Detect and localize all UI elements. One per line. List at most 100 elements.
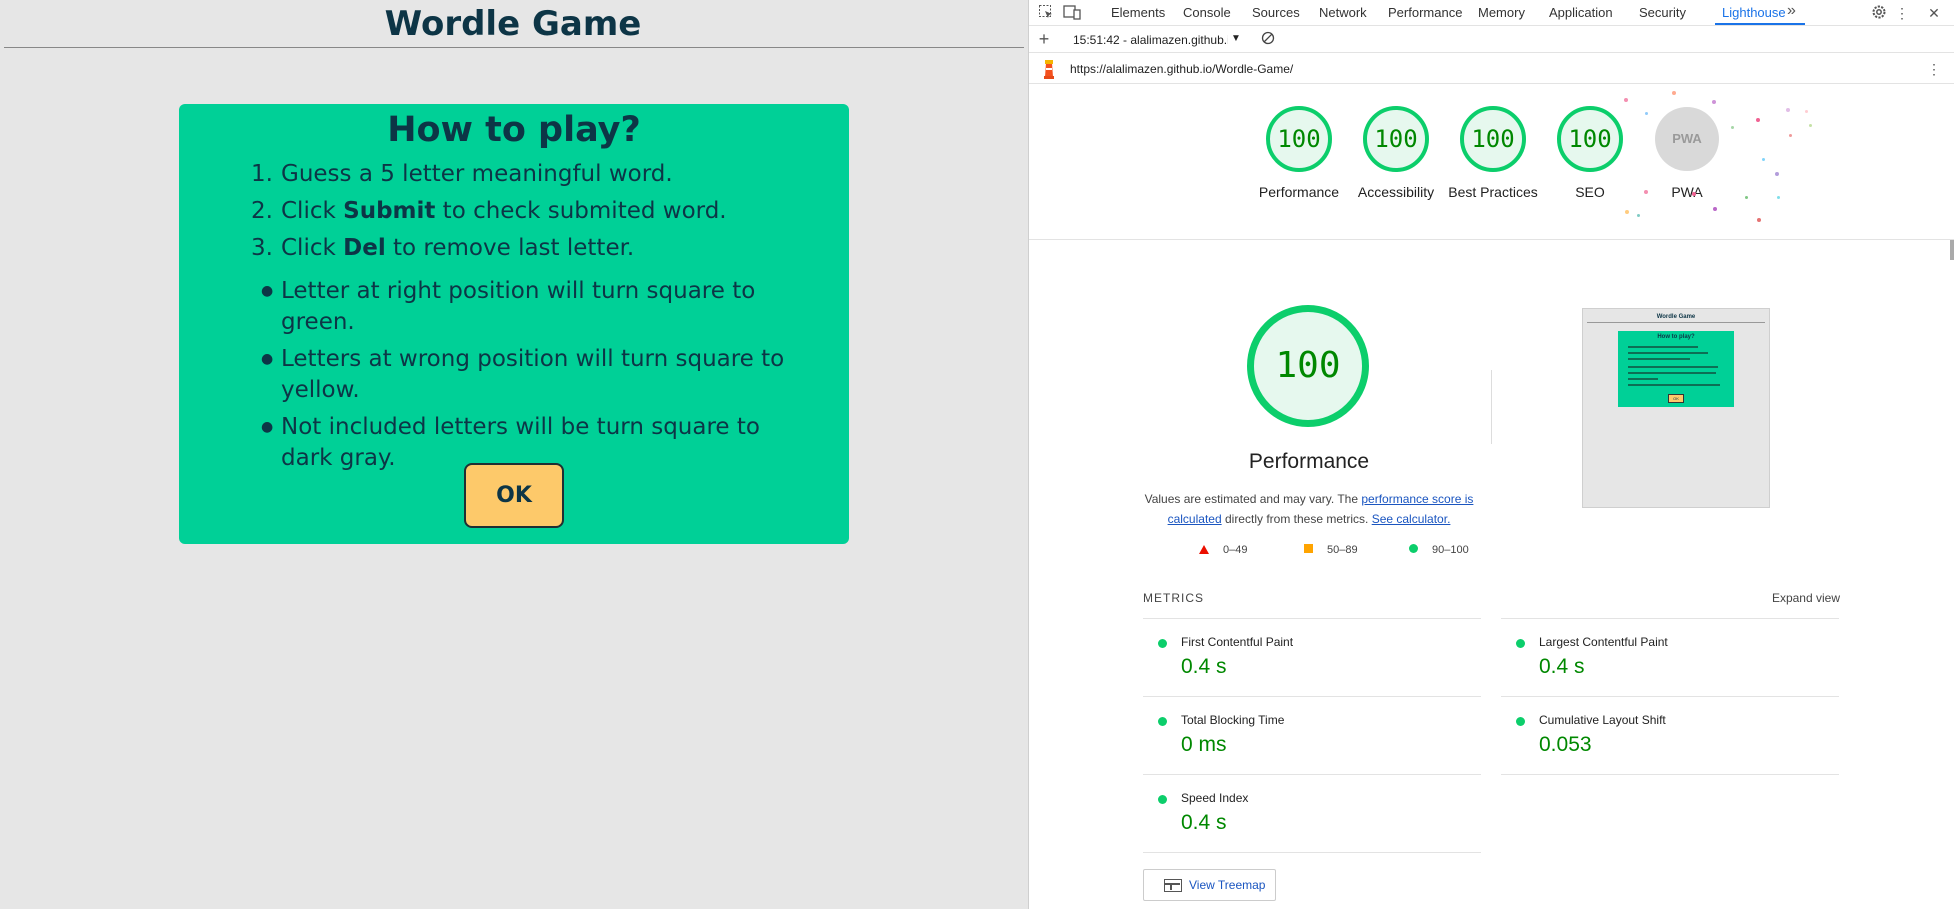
kebab-menu-icon[interactable]: ⋮: [1893, 4, 1911, 22]
tab-performance[interactable]: Performance: [1388, 5, 1462, 20]
metrics-divider: [1143, 852, 1481, 853]
bullet-icon: ●: [261, 283, 274, 299]
tab-application[interactable]: Application: [1549, 5, 1613, 20]
expand-view-toggle[interactable]: Expand view: [1772, 591, 1840, 605]
tab-lighthouse[interactable]: Lighthouse: [1722, 5, 1786, 20]
section-divider: [1029, 239, 1954, 240]
how-to-play-modal: How to play? 1. Guess a 5 letter meaning…: [179, 104, 849, 544]
tab-elements[interactable]: Elements: [1111, 5, 1165, 20]
metric-name: Total Blocking Time: [1181, 713, 1285, 727]
metric-first-contentful-paint[interactable]: First Contentful Paint 0.4 s: [1143, 618, 1481, 696]
clear-icon[interactable]: [1259, 31, 1277, 49]
report-menu-icon[interactable]: ⋮: [1925, 60, 1943, 78]
metrics-divider: [1501, 774, 1839, 775]
accessibility-score-label: Accessibility: [1357, 184, 1435, 200]
lighthouse-toolbar: + 15:51:42 - alalimazen.github.io ▼: [1029, 27, 1954, 53]
legend-average: 50–89: [1304, 544, 1358, 556]
inspect-element-icon[interactable]: [1037, 4, 1055, 22]
plus-icon[interactable]: +: [1035, 30, 1053, 48]
step-number: 3.: [251, 235, 273, 261]
ok-button[interactable]: OK: [464, 463, 564, 528]
thumbnail-title: Wordle Game: [1656, 314, 1696, 320]
modal-title: How to play?: [387, 110, 641, 150]
tip-text: Letter at right position will turn squar…: [281, 278, 756, 335]
seo-score-label: SEO: [1575, 184, 1605, 200]
devtools-panel: Elements Console Sources Network Perform…: [1028, 0, 1954, 909]
legend-fail: 0–49: [1199, 544, 1247, 556]
best-practices-score-gauge[interactable]: 100: [1460, 106, 1526, 172]
view-treemap-button[interactable]: View Treemap: [1143, 869, 1276, 901]
step-number: 2.: [251, 198, 273, 224]
tab-memory[interactable]: Memory: [1478, 5, 1525, 20]
score-value: 100: [1275, 345, 1341, 386]
thumbnail-text-line: [1628, 352, 1708, 354]
pass-icon: [1516, 717, 1525, 726]
pass-icon: [1158, 795, 1167, 804]
final-screenshot-thumbnail[interactable]: Wordle Game How to play? OK: [1582, 308, 1770, 508]
report-url[interactable]: https://alalimazen.github.io/Wordle-Game…: [1070, 62, 1293, 76]
metric-cumulative-layout-shift[interactable]: Cumulative Layout Shift 0.053: [1501, 696, 1839, 774]
score-value: 100: [1471, 125, 1515, 153]
legend-pass: 90–100: [1409, 544, 1469, 556]
steps-list: 1. Guess a 5 letter meaningful word. 2. …: [251, 156, 727, 267]
vertical-divider: [1491, 370, 1492, 444]
step-text: Guess a 5 letter meaningful word.: [281, 161, 673, 187]
pass-icon: [1158, 639, 1167, 648]
metric-name: Largest Contentful Paint: [1539, 635, 1668, 649]
tab-security[interactable]: Security: [1639, 5, 1686, 20]
metric-value: 0.4 s: [1539, 655, 1585, 678]
metric-name: Cumulative Layout Shift: [1539, 713, 1666, 727]
circle-icon: [1409, 544, 1418, 553]
tip-text: Letters at wrong position will turn squa…: [281, 346, 785, 403]
metric-total-blocking-time[interactable]: Total Blocking Time 0 ms: [1143, 696, 1481, 774]
lighthouse-logo-icon: [1041, 59, 1057, 79]
devtools-tab-bar: Elements Console Sources Network Perform…: [1029, 0, 1954, 26]
tip-item: ● Letters at wrong position will turn squ…: [251, 344, 811, 406]
game-page: Wordle Game How to play? 1. Guess a 5 le…: [0, 0, 1028, 909]
metric-value: 0.053: [1539, 733, 1592, 756]
step-text: Click Del to remove last letter.: [281, 235, 635, 261]
performance-score-gauge[interactable]: 100: [1266, 106, 1332, 172]
report-selector[interactable]: 15:51:42 - alalimazen.github.io: [1073, 33, 1228, 47]
thumbnail-ok-button: OK: [1668, 394, 1684, 403]
thumbnail-modal-title: How to play?: [1657, 334, 1695, 340]
metric-largest-contentful-paint[interactable]: Largest Contentful Paint 0.4 s: [1501, 618, 1839, 696]
metric-value: 0.4 s: [1181, 811, 1227, 834]
tips-list: ● Letter at right position will turn squa…: [251, 276, 811, 480]
device-toolbar-icon[interactable]: [1063, 4, 1081, 22]
tab-console[interactable]: Console: [1183, 5, 1231, 20]
metric-name: Speed Index: [1181, 791, 1249, 805]
score-value: 100: [1568, 125, 1612, 153]
performance-title: Performance: [1248, 450, 1370, 473]
square-icon: [1304, 544, 1313, 553]
pwa-score-label: PWA: [1671, 184, 1703, 200]
score-value: 100: [1277, 125, 1321, 153]
performance-score-label: Performance: [1258, 184, 1340, 200]
chevron-down-icon[interactable]: ▼: [1231, 33, 1241, 44]
pwa-badge-icon[interactable]: PWA: [1655, 107, 1719, 171]
metric-speed-index[interactable]: Speed Index 0.4 s: [1143, 774, 1481, 852]
thumbnail-modal: How to play? OK: [1618, 331, 1734, 407]
metric-value: 0.4 s: [1181, 655, 1227, 678]
thumbnail-text-line: [1628, 346, 1698, 348]
thumbnail-divider: [1587, 322, 1765, 323]
thumbnail-text-line: [1628, 378, 1658, 380]
accessibility-score-gauge[interactable]: 100: [1363, 106, 1429, 172]
tab-network[interactable]: Network: [1319, 5, 1367, 20]
scrollbar-thumb[interactable]: [1950, 240, 1954, 260]
bullet-icon: ●: [261, 351, 274, 367]
seo-score-gauge[interactable]: 100: [1557, 106, 1623, 172]
more-tabs-icon[interactable]: »: [1787, 2, 1796, 20]
best-practices-score-label: Best Practices: [1448, 184, 1538, 200]
thumbnail-text-line: [1628, 384, 1720, 386]
gear-icon[interactable]: [1870, 4, 1888, 22]
triangle-icon: [1199, 545, 1209, 554]
step-number: 1.: [251, 161, 273, 187]
close-icon[interactable]: ✕: [1925, 4, 1943, 22]
metric-value: 0 ms: [1181, 733, 1227, 756]
bullet-icon: ●: [261, 419, 274, 435]
tab-sources[interactable]: Sources: [1252, 5, 1300, 20]
see-calculator-link[interactable]: See calculator.: [1372, 512, 1451, 526]
title-divider: [4, 47, 1024, 48]
step-text: Click Submit to check submited word.: [281, 198, 727, 224]
